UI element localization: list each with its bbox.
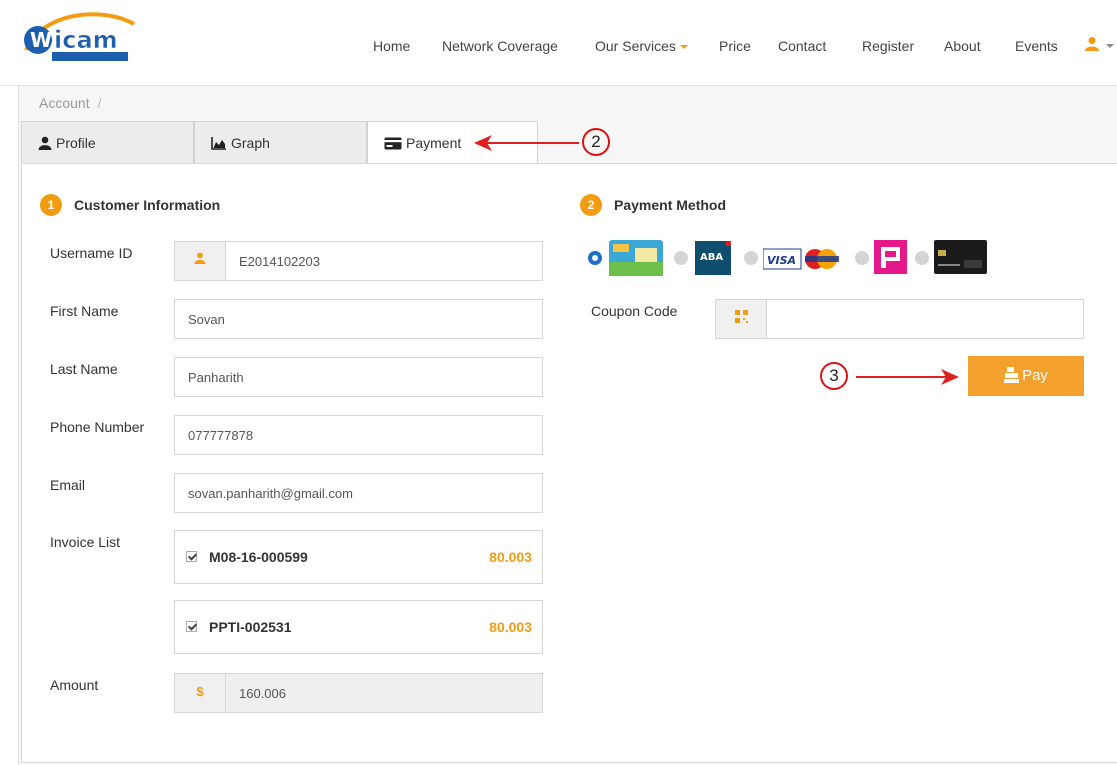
- customer-info-title: Customer Information: [74, 197, 221, 213]
- nav-home[interactable]: Home: [373, 38, 410, 54]
- user-icon: [194, 252, 206, 264]
- breadcrumb-separator: /: [97, 95, 102, 111]
- visa-mastercard-logo[interactable]: VISA: [762, 247, 843, 271]
- payment-radio-acleda[interactable]: [588, 251, 602, 265]
- payment-method-heading: 2 Payment Method: [580, 194, 726, 218]
- user-icon: [38, 136, 52, 150]
- first-name-field[interactable]: Sovan: [174, 299, 543, 339]
- chevron-down-icon: [679, 45, 688, 50]
- step-badge: 2: [580, 194, 602, 216]
- tab-graph[interactable]: Graph: [194, 121, 367, 163]
- last-name-value: Panharith: [188, 370, 244, 385]
- invoice-checkbox[interactable]: [186, 621, 197, 632]
- tab-payment-label: Payment: [406, 135, 462, 151]
- annotation-arrow: [856, 376, 946, 378]
- svg-text:VISA: VISA: [767, 254, 796, 267]
- svg-text:ABA: ABA: [700, 252, 723, 263]
- dollar-icon: $: [175, 674, 226, 712]
- payment-method-title: Payment Method: [614, 197, 727, 213]
- username-label: Username ID: [50, 245, 133, 261]
- top-navbar: W icam Home Network Coverage Our Service…: [0, 0, 1117, 86]
- nav-register[interactable]: Register: [862, 38, 914, 54]
- breadcrumb: Account /: [39, 95, 101, 111]
- phone-label: Phone Number: [50, 419, 145, 435]
- step-badge: 1: [40, 194, 62, 216]
- email-field[interactable]: sovan.panharith@gmail.com: [174, 473, 543, 513]
- tab-profile-label: Profile: [56, 135, 96, 151]
- nav-events[interactable]: Events: [1015, 38, 1058, 54]
- email-value: sovan.panharith@gmail.com: [188, 486, 353, 501]
- annotation-step-2: 2: [582, 128, 610, 156]
- invoice-list-label: Invoice List: [50, 534, 121, 550]
- area-chart-icon: [211, 137, 226, 150]
- chevron-down-icon: [1106, 44, 1114, 48]
- arrow-head-right-icon: [941, 369, 959, 385]
- annotation-arrow: [487, 142, 579, 144]
- user-menu[interactable]: [1084, 36, 1114, 56]
- nav-our-services[interactable]: Our Services: [595, 38, 688, 54]
- payment-radio-aba[interactable]: [674, 251, 688, 265]
- email-label: Email: [50, 477, 86, 493]
- nav-price[interactable]: Price: [719, 38, 751, 54]
- invoice-amount: 80.003: [489, 549, 532, 565]
- arrow-head-left-icon: [474, 135, 492, 151]
- amount-label: Amount: [50, 677, 99, 693]
- pay-button-label: Pay: [1022, 367, 1048, 384]
- invoice-item: PPTI-002531 80.003: [174, 600, 543, 654]
- pay-button[interactable]: Pay: [968, 356, 1084, 396]
- nav-about[interactable]: About: [944, 38, 981, 54]
- tab-profile[interactable]: Profile: [21, 121, 194, 163]
- amount-value: 160.006: [239, 686, 286, 701]
- cash-register-icon: [1004, 367, 1020, 383]
- customer-info-heading: 1 Customer Information: [40, 194, 220, 218]
- credit-card-icon: [384, 137, 402, 150]
- aba-bank-logo[interactable]: ABA: [695, 241, 731, 277]
- user-addon: [175, 242, 226, 280]
- last-name-field[interactable]: Panharith: [174, 357, 543, 397]
- username-field[interactable]: E2014102203: [174, 241, 543, 281]
- coupon-code-label: Coupon Code: [591, 303, 678, 319]
- phone-field[interactable]: 077777878: [174, 415, 543, 455]
- first-name-label: First Name: [50, 303, 119, 319]
- qrcode-addon: [716, 300, 767, 338]
- user-icon: [1085, 37, 1099, 51]
- first-name-value: Sovan: [188, 312, 225, 327]
- annotation-step-3: 3: [820, 362, 848, 390]
- username-value: E2014102203: [239, 254, 320, 269]
- payment-radio-pipay[interactable]: [855, 251, 869, 265]
- payment-radio-wing[interactable]: [915, 251, 929, 265]
- pipay-logo[interactable]: [874, 240, 907, 276]
- invoice-checkbox[interactable]: [186, 551, 197, 562]
- qrcode-icon: [734, 310, 748, 323]
- invoice-code: PPTI-002531: [209, 619, 292, 635]
- wing-card-logo[interactable]: [934, 240, 987, 276]
- payment-radio-visa-mastercard[interactable]: [744, 251, 758, 265]
- nav-network-coverage[interactable]: Network Coverage: [442, 38, 558, 54]
- last-name-label: Last Name: [50, 361, 118, 377]
- breadcrumb-account[interactable]: Account: [39, 95, 90, 111]
- invoice-code: M08-16-000599: [209, 549, 308, 565]
- coupon-code-field[interactable]: [715, 299, 1084, 339]
- invoice-item: M08-16-000599 80.003: [174, 530, 543, 584]
- phone-value: 077777878: [188, 428, 254, 443]
- main-nav: Home Network Coverage Our Services Price…: [0, 38, 1117, 58]
- acleda-card-logo[interactable]: [609, 240, 663, 276]
- nav-contact[interactable]: Contact: [778, 38, 826, 54]
- tab-graph-label: Graph: [231, 135, 270, 151]
- amount-field: $ 160.006: [174, 673, 543, 713]
- nav-our-services-label: Our Services: [595, 38, 676, 54]
- invoice-amount: 80.003: [489, 619, 532, 635]
